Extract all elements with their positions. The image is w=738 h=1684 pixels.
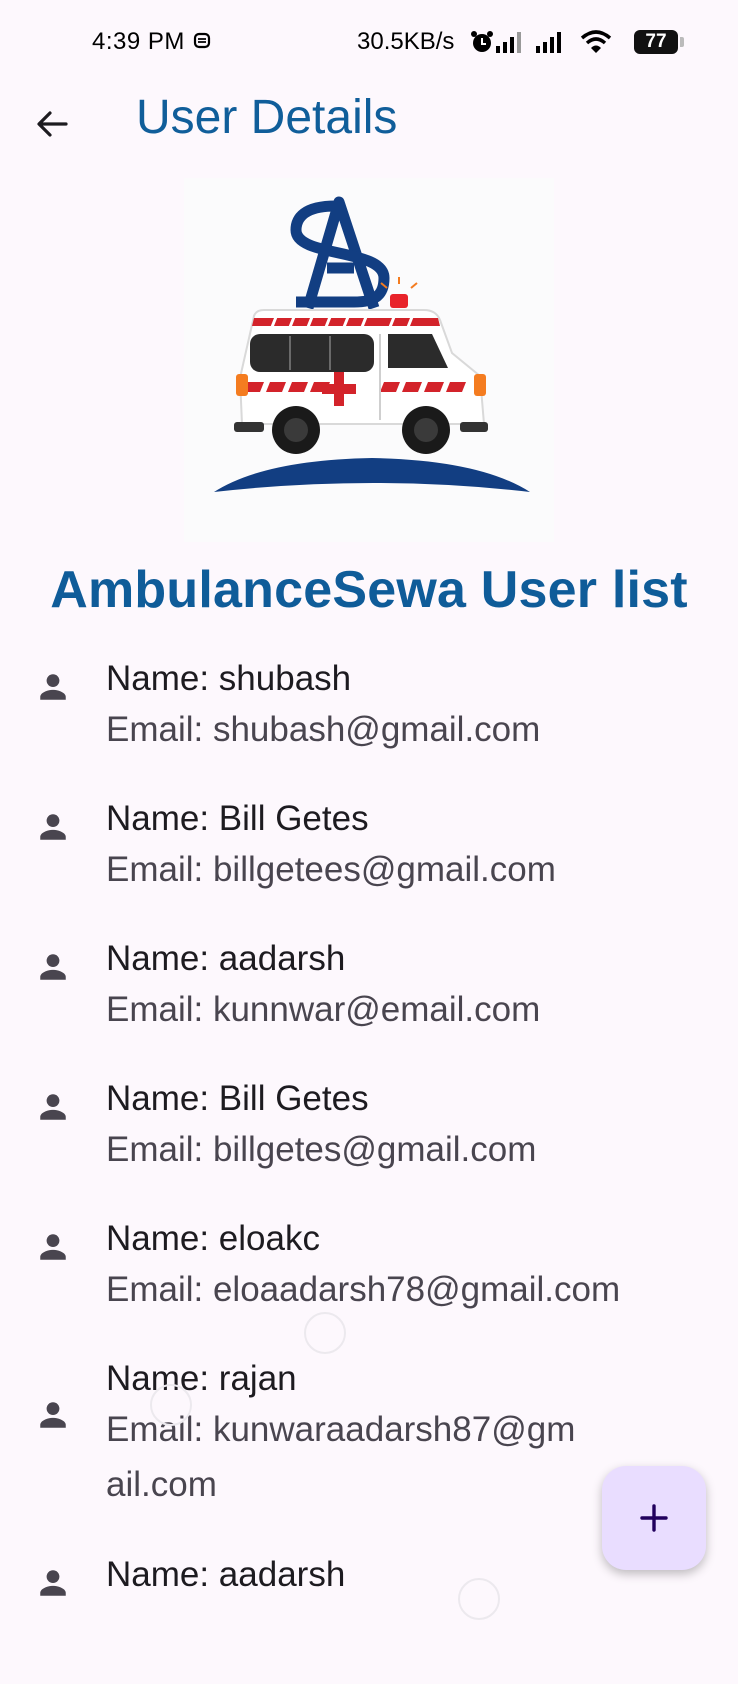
- ground-arc: [214, 458, 530, 492]
- user-email: Email: shubash@gmail.com: [106, 710, 541, 749]
- battery-tip: [680, 37, 684, 47]
- person-icon: [40, 1570, 66, 1596]
- list-item-text: Name: aadarsh Email: kunnwar@email.com: [106, 936, 686, 1037]
- touch-ripple: [304, 1312, 346, 1354]
- person-icon: [40, 814, 66, 840]
- list-item-text: Name: shubash Email: shubash@gmail.com: [106, 656, 686, 757]
- user-name: Name: aadarsh: [106, 939, 346, 978]
- arrow-back-icon: [37, 111, 68, 137]
- sa-monogram: [290, 196, 390, 310]
- list-item-text: Name: eloakc Email: eloaadarsh78@gmail.c…: [106, 1216, 686, 1317]
- list-item-text: Name: Bill Getes Email: billgetees@gmail…: [106, 796, 686, 897]
- battery-icon: 77: [634, 30, 678, 54]
- user-email: Email: billgetes@gmail.com: [106, 1130, 537, 1169]
- user-name: Name: Bill Getes: [106, 799, 369, 838]
- alarm-icon: [471, 31, 493, 52]
- list-item-text: Name: Bill Getes Email: billgetes@gmail.…: [106, 1076, 686, 1177]
- user-name: Name: aadarsh: [106, 1555, 346, 1594]
- list-item[interactable]: Name: Bill Getes Email: billgetes@gmail.…: [0, 1068, 738, 1208]
- touch-ripple: [150, 1384, 192, 1426]
- status-bar: 4:39 PM 30.5KB/s 77: [0, 0, 738, 80]
- status-time: 4:39 PM: [92, 28, 185, 55]
- ambulance-sewa-logo: [184, 178, 554, 542]
- user-name: Name: eloakc: [106, 1219, 320, 1258]
- list-item[interactable]: Name: Bill Getes Email: billgetees@gmail…: [0, 788, 738, 928]
- page-title: User Details: [136, 91, 398, 144]
- add-user-button[interactable]: [602, 1466, 706, 1570]
- person-icon: [40, 1402, 66, 1428]
- list-item-text: Name: rajan Email: kunwaraadarsh87@gmail…: [106, 1356, 576, 1512]
- list-item[interactable]: Name: shubash Email: shubash@gmail.com: [0, 648, 738, 788]
- wifi-icon: [580, 30, 612, 53]
- list-item[interactable]: Name: eloakc Email: eloaadarsh78@gmail.c…: [0, 1208, 738, 1348]
- list-heading: AmbulanceSewa User list: [50, 561, 688, 619]
- ambulance-icon: [234, 309, 488, 454]
- list-item-text: Name: aadarsh: [106, 1552, 686, 1598]
- user-email: Email: kunnwar@email.com: [106, 990, 541, 1029]
- network-speed: 30.5KB/s: [357, 28, 455, 55]
- touch-ripple: [458, 1578, 500, 1620]
- person-icon: [40, 954, 66, 980]
- user-name: Name: Bill Getes: [106, 1079, 369, 1118]
- back-button[interactable]: [24, 96, 80, 152]
- person-icon: [40, 1234, 66, 1260]
- status-icons: [471, 30, 612, 53]
- person-icon: [40, 1094, 66, 1120]
- user-email: Email: eloaadarsh78@gmail.com: [106, 1270, 621, 1309]
- list-item[interactable]: Name: aadarsh Email: kunnwar@email.com: [0, 928, 738, 1068]
- signal-icon: [536, 32, 561, 53]
- sync-icon: [193, 32, 211, 49]
- user-email: Email: billgetees@gmail.com: [106, 850, 556, 889]
- signal-icon: [496, 32, 521, 53]
- plus-icon: [640, 1504, 668, 1532]
- person-icon: [40, 674, 66, 700]
- user-name: Name: shubash: [106, 659, 352, 698]
